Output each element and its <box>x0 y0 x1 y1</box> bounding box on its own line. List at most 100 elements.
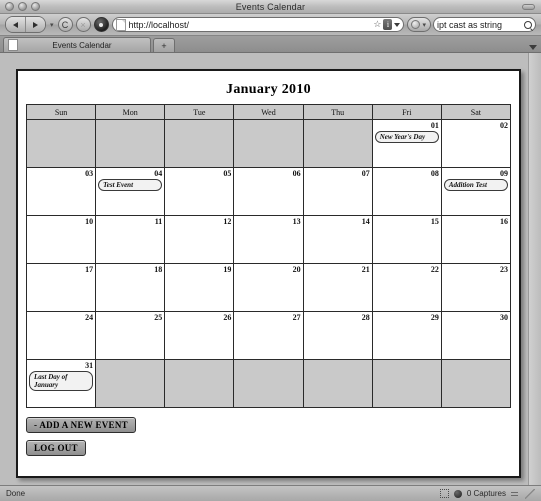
calendar-weekday-header: Mon <box>95 104 166 120</box>
calendar-day-cell[interactable]: 23 <box>440 263 512 312</box>
calendar-day-cell[interactable]: 08 <box>371 167 442 216</box>
calendar-day-number: 05 <box>223 169 232 178</box>
calendar-day-cell[interactable]: 12 <box>164 215 235 264</box>
calendar-day-cell[interactable]: 24 <box>25 311 97 360</box>
calendar-event[interactable]: Last Day of January <box>29 371 94 391</box>
home-button[interactable] <box>93 17 109 32</box>
logout-button[interactable]: LOG OUT <box>26 440 86 456</box>
calendar-day-number: 22 <box>430 265 439 274</box>
calendar-day-number: 29 <box>430 313 439 322</box>
calendar-cell-empty <box>302 119 373 168</box>
calendar-event[interactable]: Test Event <box>98 179 163 191</box>
calendar-day-number: 03 <box>85 169 94 178</box>
new-tab-button[interactable]: + <box>153 38 175 52</box>
calendar-day-number: 08 <box>430 169 439 178</box>
search-input[interactable]: ipt cast as string <box>437 20 524 30</box>
calendar-day-cell[interactable]: 19 <box>164 263 235 312</box>
calendar-day-cell[interactable]: 04 Test Event <box>95 167 166 216</box>
calendar-day-cell[interactable]: 25 <box>95 311 166 360</box>
calendar-event[interactable]: New Year's Day <box>374 131 439 143</box>
calendar-day-cell[interactable]: 07 <box>302 167 373 216</box>
calendar-cell-empty <box>95 359 166 408</box>
search-engine-icon <box>411 20 421 29</box>
search-icon[interactable] <box>524 20 532 29</box>
window-titlebar: Events Calendar <box>0 0 541 14</box>
calendar-day-number: 10 <box>85 217 94 226</box>
calendar-cell-empty <box>371 359 442 408</box>
calendar-day-cell[interactable]: 17 <box>25 263 97 312</box>
bookmark-star-icon[interactable]: ☆ <box>373 20 381 29</box>
calendar-day-cell[interactable]: 27 <box>233 311 304 360</box>
status-misc-icon <box>511 490 518 497</box>
page-document-icon <box>115 18 126 31</box>
url-input[interactable]: http://localhost/ <box>129 20 374 30</box>
calendar-weekday-header: Sun <box>25 104 97 120</box>
calendar-day-cell[interactable]: 03 <box>25 167 97 216</box>
calendar-day-cell[interactable]: 05 <box>164 167 235 216</box>
calendar-day-number: 16 <box>500 217 508 226</box>
calendar-day-cell[interactable]: 11 <box>95 215 166 264</box>
add-event-row: - ADD A NEW EVENT <box>26 415 511 433</box>
calendar-day-cell[interactable]: 30 <box>440 311 512 360</box>
calendar-day-number: 28 <box>361 313 370 322</box>
search-engine-selector[interactable]: ▾ <box>407 17 431 32</box>
calendar-weekday-header: Sat <box>440 104 512 120</box>
calendar-day-number: 07 <box>361 169 370 178</box>
reload-icon: C <box>61 19 69 30</box>
calendar-day-number: 01 <box>430 121 439 130</box>
calendar-day-cell[interactable]: 31 Last Day of January <box>25 359 97 408</box>
calendar-day-cell[interactable]: 13 <box>233 215 304 264</box>
history-dropdown-icon[interactable]: ▾ <box>50 21 54 29</box>
calendar-day-number: 04 <box>154 169 163 178</box>
calendar-week-row: 17 18 19 20 21 22 23 <box>25 263 512 312</box>
tab-list-dropdown-icon[interactable] <box>529 45 537 50</box>
forward-arrow-icon <box>33 21 38 28</box>
vertical-scrollbar[interactable] <box>528 53 541 485</box>
tab-label: Events Calendar <box>52 40 112 50</box>
search-area: ▾ ipt cast as string <box>407 17 536 32</box>
calendar-day-cell[interactable]: 22 <box>371 263 442 312</box>
calendar-day-cell[interactable]: 26 <box>164 311 235 360</box>
calendar-day-cell[interactable]: 14 <box>302 215 373 264</box>
toolbar-toggle-button[interactable] <box>522 3 535 10</box>
calendar-event[interactable]: Addition Test <box>443 179 508 191</box>
calendar-day-cell[interactable]: 29 <box>371 311 442 360</box>
calendar-week-row: 03 04 Test Event 05 06 07 08 09 Addition Test <box>25 167 512 216</box>
calendar-day-cell[interactable]: 20 <box>233 263 304 312</box>
calendar-day-cell[interactable]: 10 <box>25 215 97 264</box>
calendar-day-cell[interactable]: 16 <box>440 215 512 264</box>
calendar-day-number: 12 <box>223 217 232 226</box>
calendar-weekday-header: Tue <box>164 104 235 120</box>
stop-button[interactable]: × <box>75 17 91 32</box>
calendar-day-cell[interactable]: 02 <box>440 119 512 168</box>
calendar-day-cell[interactable]: 28 <box>302 311 373 360</box>
calendar-day-cell[interactable]: 09 Addition Test <box>440 167 512 216</box>
add-new-event-button[interactable]: - ADD A NEW EVENT <box>26 417 136 433</box>
address-bar[interactable]: http://localhost/ ☆ i <box>111 17 405 32</box>
calendar-day-number: 23 <box>500 265 508 274</box>
forward-button[interactable] <box>25 17 45 32</box>
calendar-cell-empty <box>440 359 512 408</box>
window-resize-handle[interactable] <box>525 488 535 499</box>
reload-button[interactable]: C <box>57 17 73 32</box>
address-bar-actions: ☆ i <box>373 19 401 30</box>
page-info-icon[interactable]: i <box>383 19 393 30</box>
tab-favicon-icon <box>8 39 18 51</box>
tab-events-calendar[interactable]: Events Calendar <box>3 37 151 52</box>
calendar-day-cell[interactable]: 15 <box>371 215 442 264</box>
calendar-day-cell[interactable]: 18 <box>95 263 166 312</box>
calendar-day-cell[interactable]: 06 <box>233 167 304 216</box>
calendar-day-number: 02 <box>500 121 508 130</box>
search-box[interactable]: ipt cast as string <box>433 17 536 32</box>
calendar-day-cell[interactable]: 01 New Year's Day <box>371 119 442 168</box>
back-button[interactable] <box>6 17 25 32</box>
tab-bar: Events Calendar + <box>0 36 541 53</box>
calendar-week-row: 31 Last Day of January <box>25 359 512 408</box>
calendar-day-number: 27 <box>292 313 301 322</box>
browser-window: Events Calendar ▾ C × http://localhost/ … <box>0 0 541 501</box>
calendar-day-cell[interactable]: 21 <box>302 263 373 312</box>
calendar-weekday-header: Wed <box>233 104 304 120</box>
calendar-day-number: 21 <box>361 265 370 274</box>
calendar-day-number: 14 <box>361 217 370 226</box>
chevron-down-icon[interactable] <box>394 22 401 27</box>
